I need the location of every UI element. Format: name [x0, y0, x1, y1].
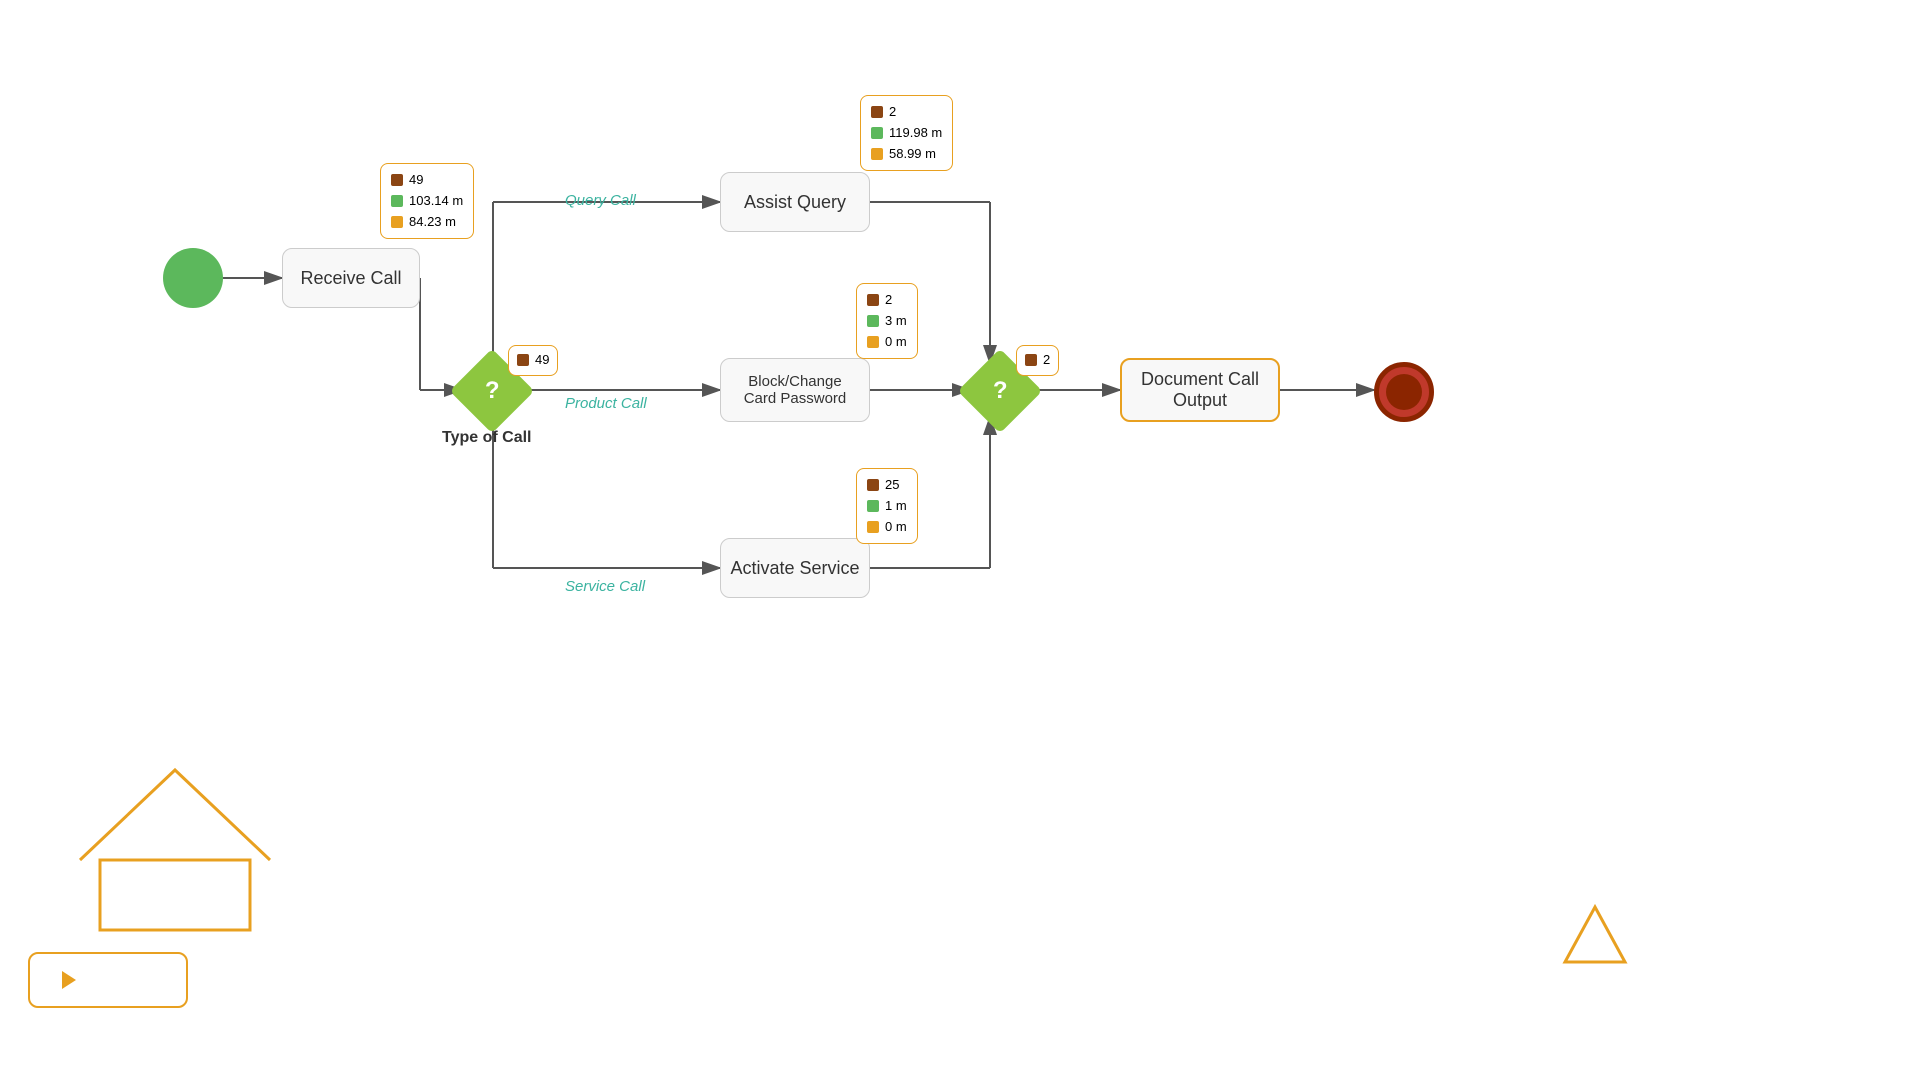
gateway1-symbol: ?: [485, 377, 500, 405]
activate-service-box[interactable]: Activate Service: [720, 538, 870, 598]
assist-query-box[interactable]: Assist Query: [720, 172, 870, 232]
controls-panel: [28, 952, 188, 1008]
gateway2-badge: 2: [1016, 345, 1059, 376]
play-button[interactable]: [53, 964, 85, 996]
activate-service-stat: 25 1 m 0 m: [856, 468, 918, 544]
gw1-count: 49: [535, 350, 549, 371]
house-icon: [60, 740, 290, 940]
block-change-box[interactable]: Block/ChangeCard Password: [720, 358, 870, 422]
end-event: [1374, 362, 1434, 422]
aq-green: 119.98 m: [889, 123, 942, 144]
bc-green: 3 m: [885, 311, 907, 332]
receive-call-box[interactable]: Receive Call: [282, 248, 420, 308]
service-call-label: Service Call: [565, 578, 645, 595]
gateway1-badge: 49: [508, 345, 558, 376]
query-call-label: Query Call: [565, 192, 636, 209]
gateway2-symbol: ?: [993, 377, 1008, 405]
receive-call-label: Receive Call: [300, 268, 401, 289]
gateway1-label: Type of Call: [442, 429, 532, 447]
as-orange: 0 m: [885, 517, 907, 538]
stop-button[interactable]: [131, 964, 163, 996]
document-output-box[interactable]: Document CallOutput: [1120, 358, 1280, 422]
as-green: 1 m: [885, 496, 907, 517]
assist-query-label: Assist Query: [744, 192, 846, 213]
rc-orange: 84.23 m: [409, 212, 456, 233]
product-call-label: Product Call: [565, 395, 647, 412]
start-event: [163, 248, 223, 308]
receive-call-stat: 49 103.14 m 84.23 m: [380, 163, 474, 239]
gw2-count: 2: [1043, 350, 1050, 371]
rc-count: 49: [409, 170, 423, 191]
triangle-icon: [1560, 902, 1630, 972]
block-change-label: Block/ChangeCard Password: [744, 373, 847, 407]
bc-count: 2: [885, 290, 892, 311]
block-change-stat: 2 3 m 0 m: [856, 283, 918, 359]
rc-green: 103.14 m: [409, 191, 463, 212]
activate-service-label: Activate Service: [730, 558, 859, 579]
end-event-inner: [1386, 374, 1422, 410]
bc-orange: 0 m: [885, 332, 907, 353]
aq-count: 2: [889, 102, 896, 123]
document-output-label: Document CallOutput: [1141, 369, 1259, 411]
as-count: 25: [885, 475, 899, 496]
aq-orange: 58.99 m: [889, 144, 936, 165]
assist-query-stat: 2 119.98 m 58.99 m: [860, 95, 953, 171]
